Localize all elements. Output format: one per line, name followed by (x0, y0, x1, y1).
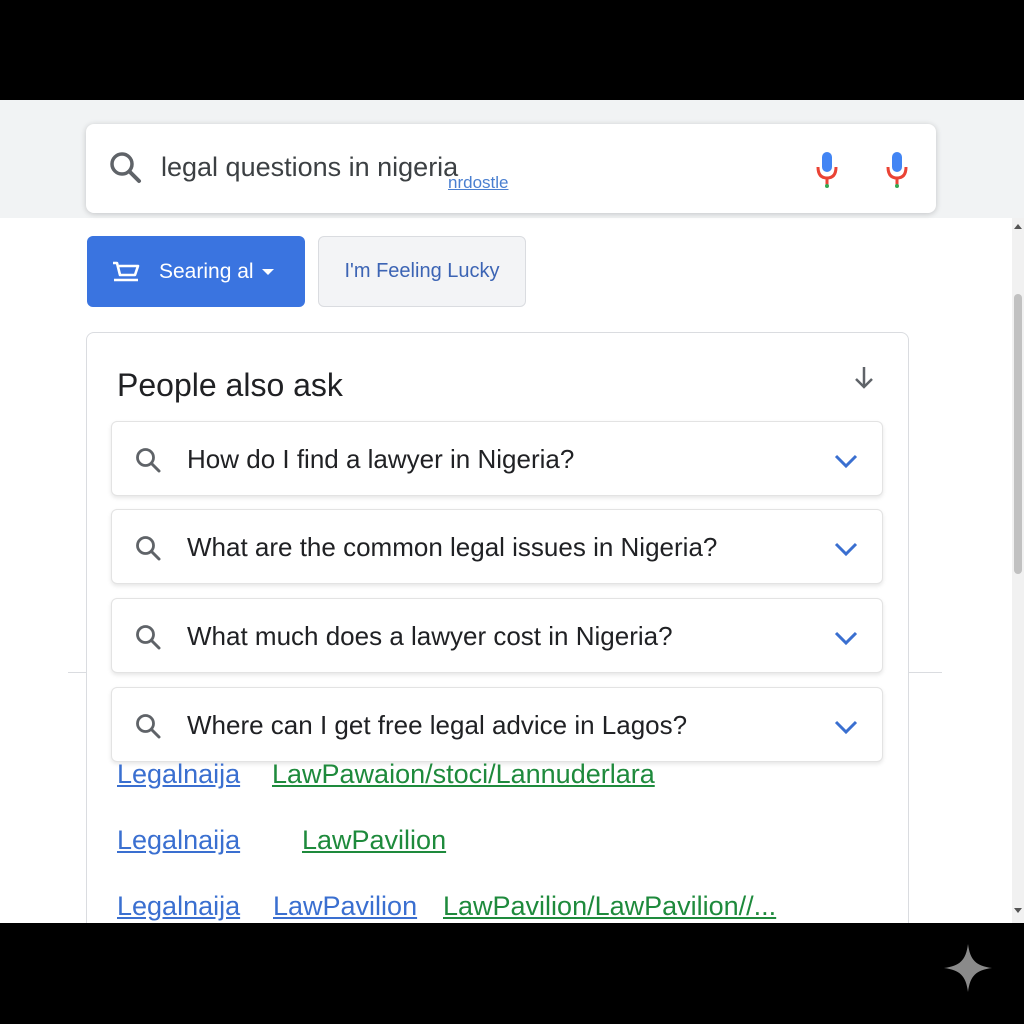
caret-down-icon (261, 268, 274, 275)
search-suggestion-link[interactable]: nrdostle (448, 173, 508, 193)
paa-question-text: Where can I get free legal advice in Lag… (187, 710, 688, 740)
paa-question-3[interactable]: What much does a lawyer cost in Nigeria? (111, 598, 883, 673)
paa-question-4[interactable]: Where can I get free legal advice in Lag… (111, 687, 883, 762)
scroll-down-arrow[interactable] (1014, 908, 1022, 913)
search-input[interactable]: legal questions in nigeria (161, 152, 458, 183)
search-icon (136, 714, 161, 739)
microphone-icon[interactable] (814, 150, 840, 188)
feeling-lucky-button[interactable]: I'm Feeling Lucky (318, 236, 526, 307)
result-site-link[interactable]: Legalnaija (117, 825, 240, 856)
arrow-down-icon[interactable] (849, 363, 879, 393)
cart-icon (113, 261, 140, 281)
chevron-down-icon[interactable] (832, 625, 860, 649)
result-path-link[interactable]: LawPavilion (302, 825, 446, 856)
scrollbar[interactable] (1012, 218, 1024, 923)
chevron-down-icon[interactable] (832, 448, 860, 472)
paa-question-2[interactable]: What are the common legal issues in Nige… (111, 509, 883, 584)
scroll-up-arrow[interactable] (1014, 224, 1022, 229)
paa-question-1[interactable]: How do I find a lawyer in Nigeria? (111, 421, 883, 496)
microphone-icon[interactable] (884, 150, 910, 188)
result-path-link[interactable]: LawPawaion/stoci/Lannuderlara (272, 759, 655, 790)
chevron-down-icon[interactable] (832, 536, 860, 560)
people-also-ask-title: People also ask (117, 367, 343, 403)
search-icon (136, 625, 161, 650)
result-path-link[interactable]: LawPavilion (273, 891, 417, 922)
paa-question-text: What are the common legal issues in Nige… (187, 532, 718, 562)
search-box[interactable]: legal questions in nigeria nrdostle (86, 124, 936, 213)
paa-question-text: How do I find a lawyer in Nigeria? (187, 444, 575, 474)
paa-question-text: What much does a lawyer cost in Nigeria? (187, 621, 673, 651)
search-icon (136, 448, 161, 473)
sparkle-icon (944, 944, 992, 992)
result-site-link[interactable]: Legalnaija (117, 891, 240, 922)
result-path-link[interactable]: LawPavilion/LawPavilion//... (443, 891, 776, 922)
search-button-label: Searing al (159, 259, 254, 283)
search-button[interactable]: Searing al (87, 236, 305, 307)
scrollbar-thumb[interactable] (1014, 294, 1022, 574)
chevron-down-icon[interactable] (832, 714, 860, 738)
search-icon (110, 152, 141, 183)
search-icon (136, 536, 161, 561)
result-site-link[interactable]: Legalnaija (117, 759, 240, 790)
browser-viewport: legal questions in nigeria nrdostle Sear… (0, 100, 1024, 923)
